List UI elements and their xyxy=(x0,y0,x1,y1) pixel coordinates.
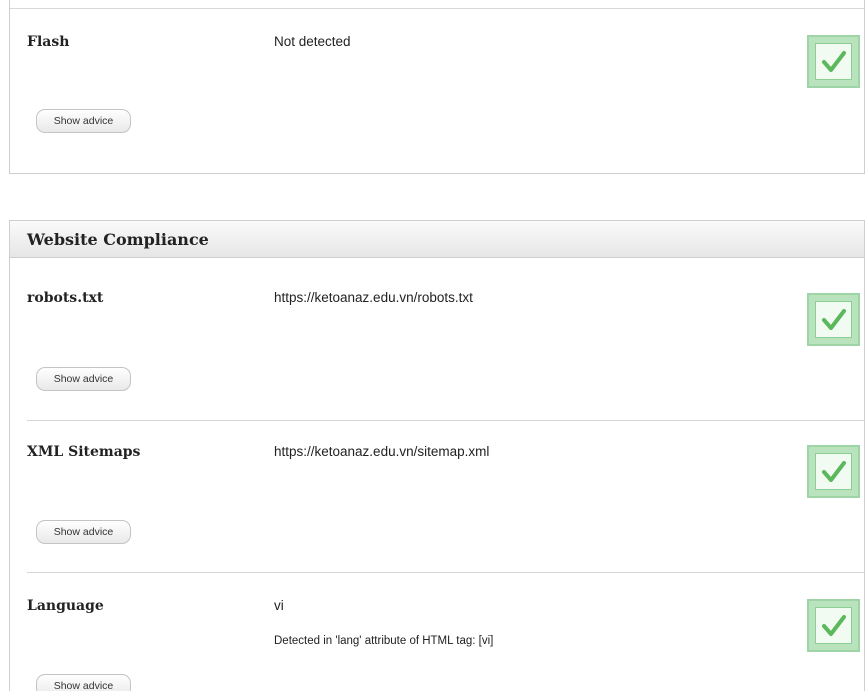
website-compliance-panel: Website Compliance robots.txt https://ke… xyxy=(9,220,865,691)
checkmark-icon xyxy=(821,460,846,482)
robots-value: https://ketoanaz.edu.vn/robots.txt xyxy=(274,290,473,305)
flash-value: Not detected xyxy=(274,34,351,49)
language-label: Language xyxy=(27,598,104,614)
checkmark-icon xyxy=(821,50,846,72)
flash-show-advice-button[interactable]: Show advice xyxy=(36,109,131,133)
language-row: Language vi Detected in 'lang' attribute… xyxy=(10,572,864,691)
flash-status-check xyxy=(807,35,860,88)
flash-panel: Flash Not detected Show advice xyxy=(9,0,865,174)
sitemaps-show-advice-button[interactable]: Show advice xyxy=(36,520,131,544)
flash-label: Flash xyxy=(27,34,70,50)
sitemaps-row: XML Sitemaps https://ketoanaz.edu.vn/sit… xyxy=(10,420,864,572)
robots-show-advice-button[interactable]: Show advice xyxy=(36,367,131,391)
robots-label: robots.txt xyxy=(27,290,104,306)
language-value: vi xyxy=(274,598,284,613)
robots-status-check xyxy=(807,293,860,346)
checkmark-icon xyxy=(821,614,846,636)
panel-title: Website Compliance xyxy=(10,221,864,258)
sitemaps-label: XML Sitemaps xyxy=(27,444,141,460)
seo-report-page: Flash Not detected Show advice Website C… xyxy=(0,0,868,691)
sitemaps-status-check xyxy=(807,445,860,498)
checkmark-icon xyxy=(821,308,846,330)
language-detection-note: Detected in 'lang' attribute of HTML tag… xyxy=(274,635,494,647)
sitemaps-value: https://ketoanaz.edu.vn/sitemap.xml xyxy=(274,444,490,459)
language-show-advice-button[interactable]: Show advice xyxy=(36,674,131,691)
robots-row: robots.txt https://ketoanaz.edu.vn/robot… xyxy=(10,258,864,420)
language-status-check xyxy=(807,599,860,652)
